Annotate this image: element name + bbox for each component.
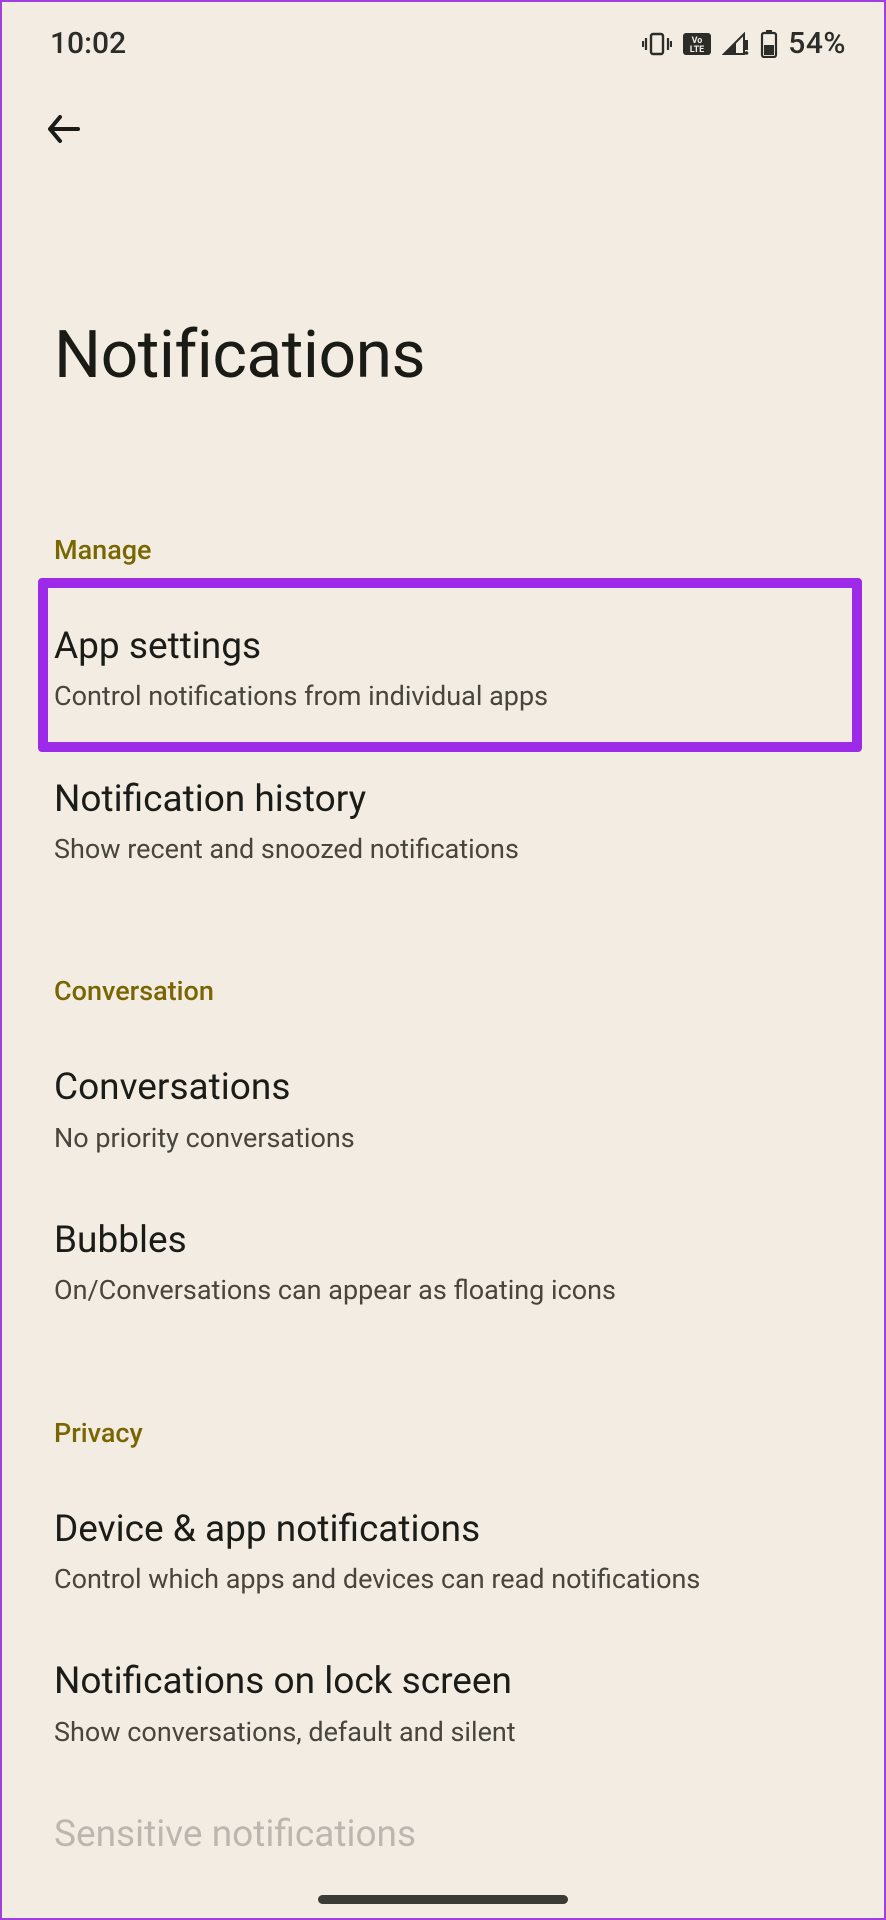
item-title: Conversations — [54, 1065, 832, 1111]
item-subtitle: Control notifications from individual ap… — [54, 678, 832, 714]
item-title: Sensitive notifications — [54, 1812, 832, 1858]
item-sensitive-notifications[interactable]: Sensitive notifications — [2, 1782, 884, 1858]
battery-icon — [760, 30, 778, 58]
item-subtitle: No priority conversations — [54, 1120, 832, 1156]
item-notification-history[interactable]: Notification history Show recent and sno… — [2, 747, 884, 900]
item-title: App settings — [54, 624, 832, 670]
vibrate-icon — [642, 32, 672, 56]
page-title: Notifications — [2, 157, 884, 514]
section-label-conversation: Conversation — [2, 955, 884, 1035]
item-subtitle: On/Conversations can appear as floating … — [54, 1272, 832, 1308]
svg-text:LTE: LTE — [690, 45, 705, 55]
item-lock-screen-notifications[interactable]: Notifications on lock screen Show conver… — [2, 1629, 884, 1782]
item-conversations[interactable]: Conversations No priority conversations — [2, 1035, 884, 1188]
item-app-settings[interactable]: App settings Control notifications from … — [2, 594, 884, 747]
section-privacy: Privacy Device & app notifications Contr… — [2, 1397, 884, 1859]
arrow-left-icon — [44, 109, 84, 149]
back-button[interactable] — [36, 101, 92, 157]
item-title: Notifications on lock screen — [54, 1659, 832, 1705]
status-bar: 10:02 Vo LTE — [2, 2, 884, 71]
app-bar — [2, 71, 884, 157]
item-subtitle: Show conversations, default and silent — [54, 1714, 832, 1750]
status-time: 10:02 — [50, 26, 126, 61]
item-title: Device & app notifications — [54, 1507, 832, 1553]
section-label-manage: Manage — [2, 514, 884, 594]
nav-handle[interactable] — [318, 1895, 568, 1904]
item-subtitle: Show recent and snoozed notifications — [54, 831, 832, 867]
section-label-privacy: Privacy — [2, 1397, 884, 1477]
battery-text: 54% — [788, 26, 846, 61]
item-bubbles[interactable]: Bubbles On/Conversations can appear as f… — [2, 1188, 884, 1341]
item-title: Notification history — [54, 777, 832, 823]
signal-icon — [722, 32, 750, 56]
status-right: Vo LTE 54% — [642, 26, 846, 61]
volte-icon: Vo LTE — [682, 32, 712, 56]
section-conversation: Conversation Conversations No priority c… — [2, 955, 884, 1340]
item-title: Bubbles — [54, 1218, 832, 1264]
item-device-app-notifications[interactable]: Device & app notifications Control which… — [2, 1477, 884, 1630]
section-manage: Manage App settings Control notification… — [2, 514, 884, 899]
item-subtitle: Control which apps and devices can read … — [54, 1561, 832, 1597]
